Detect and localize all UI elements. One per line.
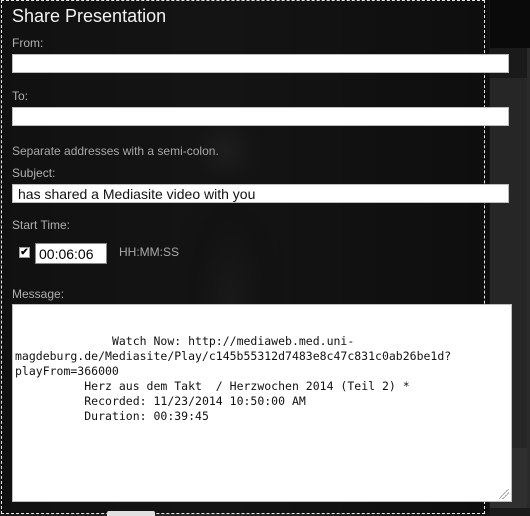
message-text: Watch Now: http://mediaweb.med.uni-magde… bbox=[15, 334, 452, 423]
start-time-label: Start Time: bbox=[12, 218, 71, 232]
share-dialog: Share Presentation From: To: Separate ad… bbox=[1, 0, 512, 514]
subject-field[interactable] bbox=[12, 184, 509, 203]
separator-hint: Separate addresses with a semi-colon. bbox=[12, 144, 219, 158]
to-field[interactable] bbox=[12, 107, 509, 126]
to-label: To: bbox=[12, 89, 29, 103]
start-time-checkbox[interactable]: ✔ bbox=[19, 247, 30, 258]
message-label: Message: bbox=[12, 287, 65, 301]
from-field[interactable] bbox=[12, 54, 509, 73]
message-textarea[interactable]: Watch Now: http://mediaweb.med.uni-magde… bbox=[12, 304, 512, 502]
from-label: From: bbox=[12, 36, 44, 50]
dialog-title: Share Presentation bbox=[12, 6, 167, 26]
drag-handle[interactable] bbox=[107, 511, 155, 516]
resize-grip-icon[interactable] bbox=[499, 489, 509, 499]
subject-label: Subject: bbox=[12, 166, 56, 180]
time-format-hint: HH:MM:SS bbox=[119, 245, 179, 259]
start-time-input[interactable] bbox=[35, 243, 107, 264]
